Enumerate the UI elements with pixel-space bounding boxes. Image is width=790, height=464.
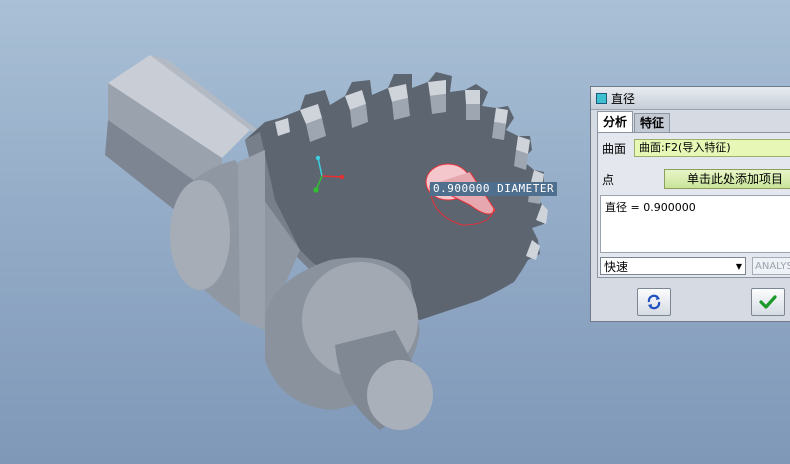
- check-icon: [759, 295, 777, 309]
- surface-label: 曲面: [602, 142, 627, 156]
- result-output: 直径 = 0.900000: [600, 195, 790, 253]
- dialog-title: 直径: [611, 91, 636, 106]
- mode-select[interactable]: 快速 ▼: [600, 257, 746, 275]
- point-label: 点: [602, 173, 615, 187]
- mode-value: 快速: [604, 260, 629, 274]
- confirm-button[interactable]: [751, 288, 785, 316]
- surface-collector[interactable]: 曲面:F2(导入特征): [634, 139, 790, 157]
- tab-feature[interactable]: 特征: [634, 113, 671, 132]
- refresh-icon: [647, 294, 661, 310]
- result-text: 直径 = 0.900000: [605, 201, 696, 214]
- chevron-down-icon: ▼: [735, 262, 742, 271]
- dialog-tabs: 分析 特征: [597, 111, 671, 133]
- dialog-titlebar[interactable]: 直径: [591, 87, 790, 110]
- dialog-app-icon: [596, 92, 607, 104]
- add-point-button[interactable]: 单击此处添加项目: [664, 169, 790, 189]
- analysis-name-field[interactable]: ANALYSIS: [752, 257, 790, 275]
- dimension-callout: 0.900000 DIAMETER: [430, 182, 558, 196]
- refresh-button[interactable]: [637, 288, 671, 316]
- analysis-panel: 曲面 曲面:F2(导入特征) 点 单击此处添加项目 直径 = 0.900000 …: [597, 132, 790, 278]
- tab-analysis[interactable]: 分析: [597, 111, 634, 132]
- diameter-dialog: 直径 分析 特征 曲面 曲面:F2(导入特征) 点 单击此处添加项目 直径 = …: [590, 86, 790, 322]
- front-shaft: [335, 330, 433, 430]
